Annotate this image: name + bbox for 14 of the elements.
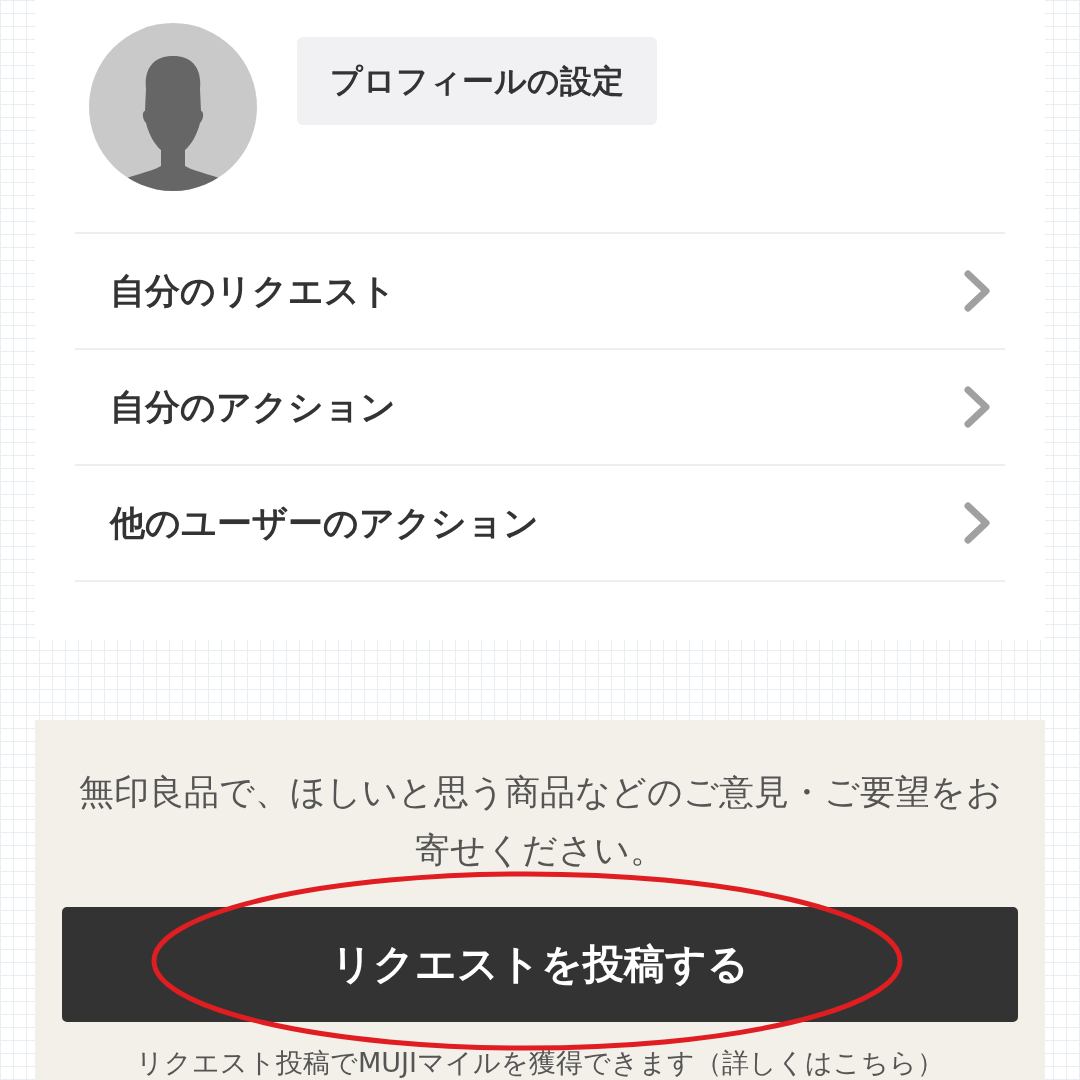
miles-note: リクエスト投稿でMUJIマイルを獲得できます（詳しくはこちら） — [136, 1048, 944, 1078]
profile-settings-button[interactable]: プロフィールの設定 — [297, 37, 657, 125]
chevron-right-icon — [963, 502, 991, 544]
menu-item-label: 他のユーザーのアクション — [110, 501, 539, 545]
menu-item-label: 自分のアクション — [110, 385, 396, 429]
chevron-right-icon — [963, 270, 991, 312]
post-request-button[interactable]: リクエストを投稿する — [62, 907, 1018, 1022]
avatar-silhouette-icon — [89, 23, 257, 191]
menu-item-label: 自分のリクエスト — [110, 269, 396, 313]
menu-item[interactable]: 自分のアクション — [75, 348, 1005, 464]
menu-item[interactable]: 他のユーザーのアクション — [75, 464, 1005, 580]
request-message: 無印良品で、ほしいと思う商品などのご意見・ご要望をお寄せください。 — [77, 771, 1003, 872]
chevron-right-icon — [963, 386, 991, 428]
menu-item[interactable]: 自分のリクエスト — [75, 232, 1005, 348]
